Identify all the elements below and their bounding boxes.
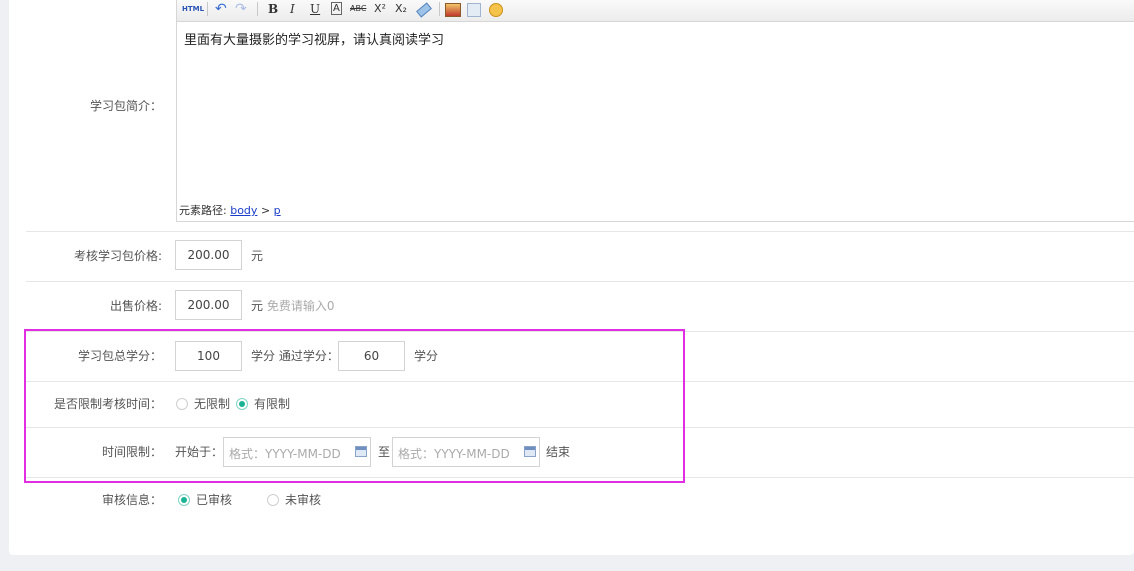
subscript-button[interactable]: X₂	[395, 2, 407, 16]
sale-price-unit-text: 元	[251, 299, 264, 313]
sale-price-unit: 元 免费请输入0	[251, 298, 334, 314]
toolbar-separator	[439, 2, 440, 16]
row-divider	[26, 281, 1134, 282]
approved-label[interactable]: 已审核	[196, 492, 232, 508]
toolbar-separator	[257, 2, 258, 16]
redo-icon[interactable]: ↷	[235, 2, 247, 16]
undo-icon[interactable]: ↶	[215, 2, 227, 16]
italic-button[interactable]: I	[290, 2, 295, 16]
editor-content[interactable]: 里面有大量摄影的学习视屏，请认真阅读学习	[184, 29, 444, 48]
paste-icon[interactable]	[467, 3, 481, 17]
path-body-link[interactable]: body	[230, 204, 257, 217]
sale-price-input[interactable]: 200.00	[175, 290, 242, 320]
exam-price-label: 考核学习包价格:	[73, 249, 162, 263]
emoticon-icon[interactable]	[489, 3, 503, 17]
superscript-button[interactable]: X²	[374, 2, 386, 16]
rich-text-editor[interactable]: HTML ↶ ↷ B I U A ABC X² X₂ 里面有大量摄影的学习视屏，…	[176, 0, 1134, 222]
underline-button[interactable]: U	[310, 2, 320, 16]
sale-price-label: 出售价格:	[109, 299, 162, 313]
eraser-icon[interactable]	[416, 2, 432, 18]
pending-radio[interactable]	[267, 494, 279, 506]
path-p-link[interactable]: p	[274, 204, 281, 217]
editor-toolbar: HTML ↶ ↷ B I U A ABC X² X₂	[177, 0, 1134, 22]
toolbar-separator	[207, 2, 208, 16]
path-separator: >	[260, 204, 271, 217]
free-hint: 免费请输入0	[266, 299, 335, 313]
element-path-label: 元素路径:	[179, 204, 227, 217]
image-icon[interactable]	[445, 3, 461, 17]
exam-price-unit: 元	[251, 249, 264, 263]
exam-price-input[interactable]: 200.00	[175, 240, 242, 270]
intro-label: 学习包简介：	[89, 99, 162, 113]
bold-button[interactable]: B	[268, 2, 278, 16]
html-source-button[interactable]: HTML	[182, 2, 204, 16]
strikethrough-button[interactable]: ABC	[350, 2, 366, 16]
row-divider	[26, 231, 1134, 232]
highlight-box	[24, 329, 685, 483]
pending-label[interactable]: 未审核	[285, 492, 321, 508]
element-path: 元素路径: body > p	[179, 202, 281, 218]
review-label: 审核信息：	[101, 493, 162, 507]
approved-radio[interactable]	[178, 494, 190, 506]
font-border-button[interactable]: A	[331, 2, 342, 15]
